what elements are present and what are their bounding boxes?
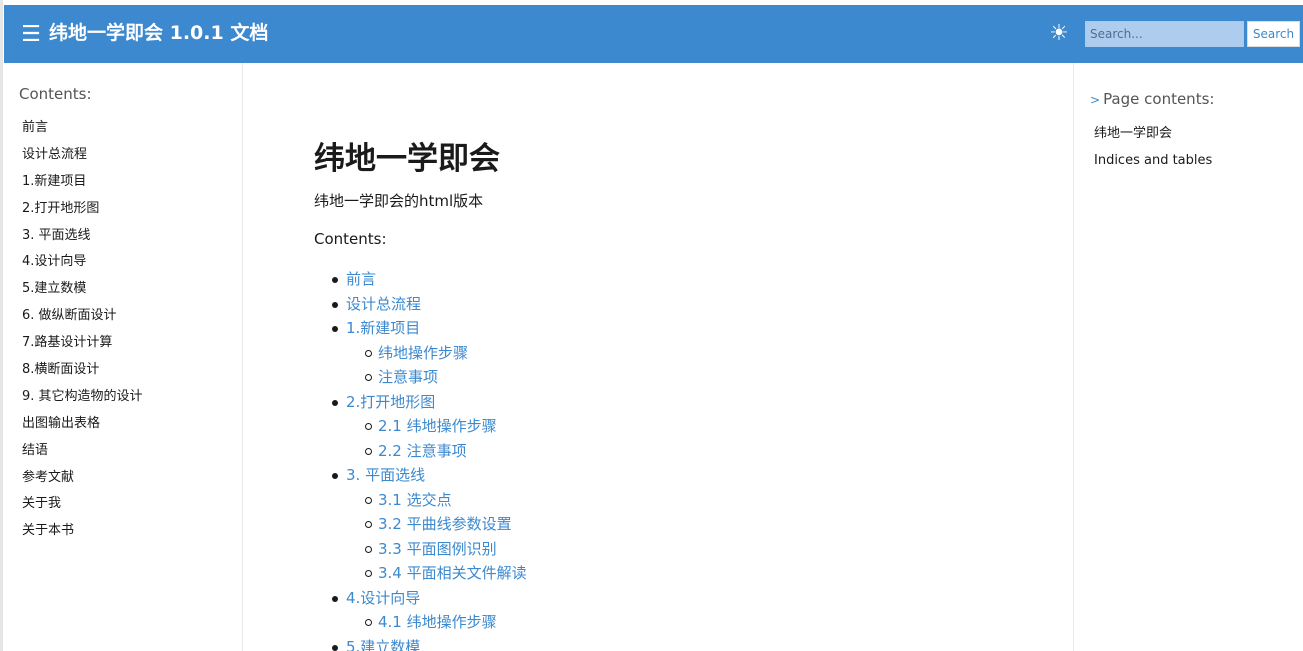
toc-link[interactable]: 设计总流程 <box>346 295 421 313</box>
site-title[interactable]: 纬地一学即会 1.0.1 文档 <box>49 19 268 47</box>
contents-label: Contents: <box>314 230 387 248</box>
sidebar-item[interactable]: 9. 其它构造物的设计 <box>22 388 143 415</box>
toc-subitem: 3.2 平曲线参数设置 <box>332 514 527 539</box>
top-header-bar: ☰ 纬地一学即会 1.0.1 文档 ☀ Search <box>4 5 1303 63</box>
sidebar-item[interactable]: 8.横断面设计 <box>22 361 143 388</box>
toc-link[interactable]: 5.建立数模 <box>346 638 420 651</box>
toc-item: 2.打开地形图 <box>332 392 527 417</box>
sidebar-item[interactable]: 前言 <box>22 119 143 146</box>
toc-link[interactable]: 4.设计向导 <box>346 589 420 607</box>
sidebar-item[interactable]: 7.路基设计计算 <box>22 334 143 361</box>
toc-subitem: 3.3 平面图例识别 <box>332 539 527 564</box>
sidebar-item[interactable]: 设计总流程 <box>22 146 143 173</box>
toc-link[interactable]: 1.新建项目 <box>346 319 420 337</box>
page-subtitle: 纬地一学即会的html版本 <box>314 192 484 210</box>
sidebar-item[interactable]: 4.设计向导 <box>22 253 143 280</box>
page-contents-item[interactable]: 纬地一学即会 <box>1094 125 1212 152</box>
sidebar-item[interactable]: 参考文献 <box>22 469 143 496</box>
left-sidebar: Contents: 前言 设计总流程 1.新建项目 2.打开地形图 3. 平面选… <box>4 63 243 651</box>
search-input[interactable] <box>1085 21 1244 47</box>
right-sidebar: > Page contents: 纬地一学即会 Indices and table… <box>1073 63 1303 651</box>
sidebar-item[interactable]: 5.建立数模 <box>22 280 143 307</box>
sidebar-nav-list: 前言 设计总流程 1.新建项目 2.打开地形图 3. 平面选线 4.设计向导 5… <box>22 119 143 549</box>
toc-link[interactable]: 4.1 纬地操作步骤 <box>378 613 497 631</box>
toc-subitem: 2.1 纬地操作步骤 <box>332 416 527 441</box>
sun-icon[interactable]: ☀ <box>1047 22 1071 46</box>
page-contents-list: 纬地一学即会 Indices and tables <box>1094 125 1212 179</box>
sidebar-item[interactable]: 6. 做纵断面设计 <box>22 307 143 334</box>
chevron-right-icon: > <box>1090 93 1101 107</box>
toc-subitem: 3.1 选交点 <box>332 490 527 515</box>
sidebar-heading: Contents: <box>19 85 92 103</box>
table-of-contents: 前言 设计总流程 1.新建项目 纬地操作步骤 注意事项 2.打开地形图 2.1 … <box>332 269 527 651</box>
toc-link[interactable]: 2.1 纬地操作步骤 <box>378 417 497 435</box>
toc-subitem: 3.4 平面相关文件解读 <box>332 563 527 588</box>
toc-link[interactable]: 3.3 平面图例识别 <box>378 540 497 558</box>
sidebar-item[interactable]: 1.新建项目 <box>22 173 143 200</box>
page-title: 纬地一学即会 <box>314 141 500 177</box>
toc-link[interactable]: 前言 <box>346 270 376 288</box>
hamburger-menu-icon[interactable]: ☰ <box>18 21 44 47</box>
toc-link[interactable]: 3.4 平面相关文件解读 <box>378 564 527 582</box>
toc-item: 1.新建项目 <box>332 318 527 343</box>
toc-item: 4.设计向导 <box>332 588 527 613</box>
page-contents-item[interactable]: Indices and tables <box>1094 152 1212 179</box>
toc-link[interactable]: 3.2 平曲线参数设置 <box>378 515 512 533</box>
toc-item: 设计总流程 <box>332 294 527 319</box>
page-contents-heading[interactable]: > Page contents: <box>1090 90 1214 108</box>
sidebar-item[interactable]: 2.打开地形图 <box>22 200 143 227</box>
toc-item: 前言 <box>332 269 527 294</box>
toc-subitem: 注意事项 <box>332 367 527 392</box>
sidebar-item[interactable]: 出图输出表格 <box>22 415 143 442</box>
sidebar-item[interactable]: 关于本书 <box>22 522 143 549</box>
toc-subitem: 2.2 注意事项 <box>332 441 527 466</box>
sidebar-item[interactable]: 结语 <box>22 442 143 469</box>
toc-link[interactable]: 注意事项 <box>378 368 438 386</box>
toc-link[interactable]: 3.1 选交点 <box>378 491 452 509</box>
toc-link[interactable]: 纬地操作步骤 <box>378 344 468 362</box>
toc-link[interactable]: 2.打开地形图 <box>346 393 435 411</box>
toc-item: 3. 平面选线 <box>332 465 527 490</box>
toc-item: 5.建立数模 <box>332 637 527 651</box>
toc-subitem: 纬地操作步骤 <box>332 343 527 368</box>
sidebar-item[interactable]: 3. 平面选线 <box>22 227 143 254</box>
page-contents-heading-label: Page contents: <box>1103 90 1215 108</box>
window-left-edge <box>0 0 3 651</box>
sidebar-item[interactable]: 关于我 <box>22 495 143 522</box>
toc-link[interactable]: 2.2 注意事项 <box>378 442 467 460</box>
main-content: 纬地一学即会 纬地一学即会的html版本 Contents: 前言 设计总流程 … <box>244 63 1073 651</box>
search-button[interactable]: Search <box>1247 21 1300 47</box>
toc-link[interactable]: 3. 平面选线 <box>346 466 425 484</box>
toc-subitem: 4.1 纬地操作步骤 <box>332 612 527 637</box>
